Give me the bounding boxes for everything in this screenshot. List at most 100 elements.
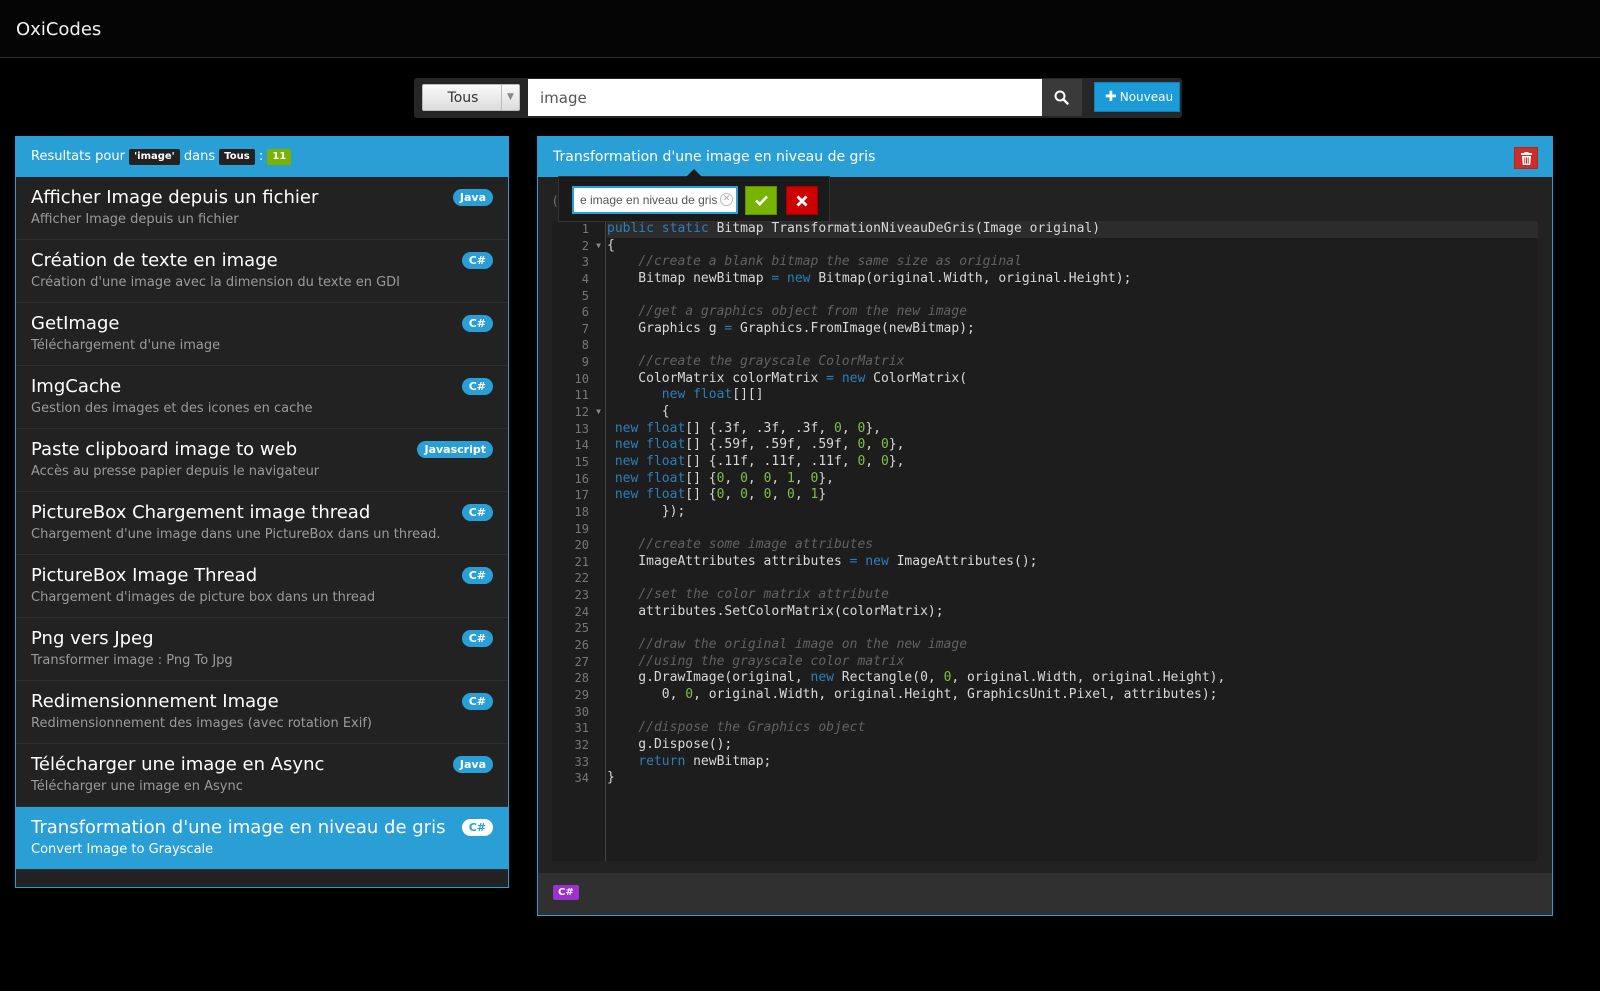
top-navbar: OxiCodes bbox=[0, 0, 1600, 58]
result-item-description: Redimensionnement des images (avec rotat… bbox=[31, 716, 372, 731]
line-number: 15 bbox=[574, 454, 589, 469]
line-number: 7 bbox=[581, 321, 589, 336]
result-item-title: Afficher Image depuis un fichier bbox=[31, 187, 319, 208]
close-icon bbox=[796, 195, 808, 207]
result-item[interactable]: Redimensionnement Image Redimensionnement… bbox=[16, 681, 508, 744]
search-icon bbox=[1054, 90, 1069, 105]
language-badge: C# bbox=[461, 504, 493, 521]
result-item-description: Accès au presse papier depuis le navigat… bbox=[31, 464, 320, 479]
line-number: 2 ▼ bbox=[581, 238, 601, 255]
snippet-footer: C# bbox=[538, 873, 1552, 915]
line-number: 11 bbox=[574, 388, 589, 403]
line-number: 24 bbox=[574, 604, 589, 619]
line-number: 14 bbox=[574, 438, 589, 453]
line-number: 28 bbox=[574, 671, 589, 686]
rename-popover: e image en niveau de gris ✕ bbox=[558, 169, 830, 222]
code-line: //create the grayscale ColorMatrix bbox=[638, 354, 905, 370]
code-editor[interactable]: 1 2 ▼ 3 4 5 6 7 8 9 10 11 12 ▼ 13 14 15 16 17 18 19 20 21 22 23 2… bbox=[552, 221, 1538, 861]
result-item-description: Chargement d'images de picture box dans … bbox=[31, 590, 376, 605]
result-item[interactable]: Télécharger une image en Async Télécharge… bbox=[16, 744, 508, 807]
result-item[interactable]: Transformation d'une image en niveau de … bbox=[16, 807, 508, 870]
language-badge: C# bbox=[461, 693, 493, 710]
code-line: g.DrawImage(original, new Rectangle(0, 0… bbox=[607, 670, 1226, 686]
language-label: C# bbox=[553, 885, 579, 900]
chevron-down-icon: ▼ bbox=[501, 85, 519, 110]
line-number-gutter: 1 2 ▼ 3 4 5 6 7 8 9 10 11 12 ▼ 13 14 15 16 17 18 19 20 21 22 23 2… bbox=[552, 221, 606, 861]
result-item-description: Afficher Image depuis un fichier bbox=[31, 212, 239, 227]
result-item[interactable]: PictureBox Chargement image thread Charge… bbox=[16, 492, 508, 555]
code-line: } bbox=[607, 770, 615, 786]
snippet-detail-panel: Transformation d'une image en niveau de … bbox=[537, 136, 1553, 916]
query-tag: 'image' bbox=[129, 149, 180, 165]
line-number: 13 bbox=[574, 421, 589, 436]
result-item[interactable]: Paste clipboard image to web Accès au pre… bbox=[16, 429, 508, 492]
code-line: { bbox=[607, 237, 615, 253]
clear-icon[interactable]: ✕ bbox=[720, 193, 733, 206]
language-badge: C# bbox=[461, 819, 493, 836]
results-count-badge: 11 bbox=[267, 149, 292, 165]
result-item-title: PictureBox Chargement image thread bbox=[31, 502, 371, 523]
results-list: Afficher Image depuis un fichier Afficher… bbox=[16, 177, 508, 870]
line-number: 8 bbox=[581, 338, 589, 353]
fold-arrow-icon[interactable]: ▼ bbox=[596, 238, 601, 255]
description-hint: ( bbox=[553, 194, 558, 208]
line-number: 29 bbox=[574, 687, 589, 702]
snippet-title[interactable]: Transformation d'une image en niveau de … bbox=[553, 149, 875, 165]
search-input[interactable] bbox=[528, 79, 1042, 116]
category-tag: Tous bbox=[219, 149, 255, 165]
results-colon: : bbox=[258, 149, 264, 164]
result-item-title: GetImage bbox=[31, 313, 120, 334]
results-panel: Resultats pour 'image' dans Tous : 11 Af… bbox=[15, 136, 509, 888]
code-line: new float[] {.11f, .11f, .11f, 0, 0}, bbox=[614, 453, 905, 469]
code-line: new float[] {0, 0, 0, 0, 1} bbox=[614, 487, 827, 503]
code-line: g.Dispose(); bbox=[607, 736, 733, 752]
result-item-title: Transformation d'une image en niveau de … bbox=[31, 817, 446, 838]
search-button[interactable] bbox=[1042, 79, 1082, 116]
rename-input[interactable]: e image en niveau de gris bbox=[572, 186, 738, 214]
app-brand[interactable]: OxiCodes bbox=[16, 19, 101, 40]
result-item-title: Png vers Jpeg bbox=[31, 628, 154, 649]
code-line: //draw the original image on the new ima… bbox=[638, 637, 968, 653]
code-line: //create some image attributes bbox=[638, 537, 874, 553]
language-badge: Javascript bbox=[417, 441, 493, 458]
line-number: 33 bbox=[574, 754, 589, 769]
result-item[interactable]: Afficher Image depuis un fichier Afficher… bbox=[16, 177, 508, 240]
fold-arrow-icon[interactable]: ▼ bbox=[596, 404, 601, 421]
code-line: { bbox=[607, 404, 670, 420]
result-item[interactable]: Png vers Jpeg Transformer image : Png To … bbox=[16, 618, 508, 681]
new-snippet-button[interactable]: ✚ Nouveau bbox=[1094, 82, 1180, 112]
cancel-rename-button[interactable] bbox=[786, 186, 818, 215]
result-item[interactable]: PictureBox Image Thread Chargement d'imag… bbox=[16, 555, 508, 618]
code-content[interactable]: public static Bitmap TransformationNivea… bbox=[607, 221, 1538, 787]
line-number: 5 bbox=[581, 288, 589, 303]
language-badge: C# bbox=[461, 315, 493, 332]
code-line: attributes.SetColorMatrix(colorMatrix); bbox=[607, 603, 944, 619]
code-line: }); bbox=[607, 503, 686, 519]
delete-button[interactable] bbox=[1514, 147, 1538, 169]
confirm-rename-button[interactable] bbox=[745, 186, 777, 215]
result-item-title: Télécharger une image en Async bbox=[31, 754, 325, 775]
category-select[interactable]: Tous ▼ bbox=[422, 84, 520, 111]
category-select-value: Tous bbox=[447, 90, 479, 106]
result-item[interactable]: GetImage Téléchargement d'une image C# bbox=[16, 303, 508, 366]
language-badge: C# bbox=[461, 378, 493, 395]
line-number: 17 bbox=[574, 488, 589, 503]
line-number: 25 bbox=[574, 621, 589, 636]
line-number: 30 bbox=[574, 704, 589, 719]
code-line: //set the color matrix attribute bbox=[638, 587, 889, 603]
result-item-description: Convert Image to Grayscale bbox=[31, 842, 214, 857]
line-number: 6 bbox=[581, 305, 589, 320]
code-line: new float[] {0, 0, 0, 1, 0}, bbox=[614, 470, 835, 486]
line-number: 1 bbox=[581, 222, 589, 236]
line-number: 16 bbox=[574, 471, 589, 486]
code-line: Graphics g = Graphics.FromImage(newBitma… bbox=[607, 320, 975, 336]
line-number: 18 bbox=[574, 504, 589, 519]
result-item[interactable]: ImgCache Gestion des images et des icones… bbox=[16, 366, 508, 429]
new-snippet-label: Nouveau bbox=[1119, 90, 1174, 104]
result-item[interactable]: Création de texte en image Création d'une… bbox=[16, 240, 508, 303]
language-badge: C# bbox=[461, 630, 493, 647]
code-line: //dispose the Graphics object bbox=[638, 720, 866, 736]
